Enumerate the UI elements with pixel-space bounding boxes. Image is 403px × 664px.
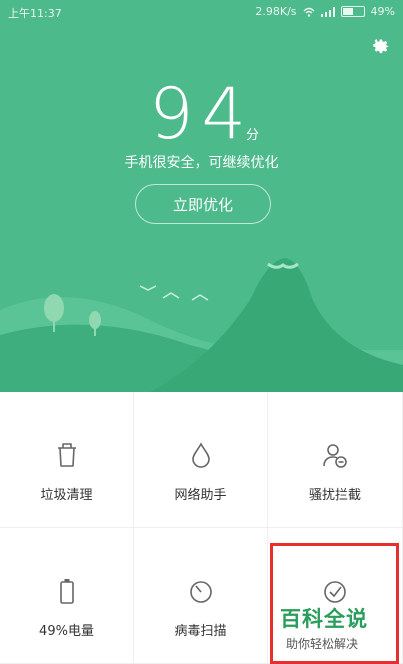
wifi-icon [303, 7, 315, 17]
virus-scan-tile[interactable]: 病毒扫描 [134, 528, 268, 664]
trash-icon [57, 443, 76, 467]
score-area: 94 分 [0, 74, 403, 154]
scan-clock-icon [189, 581, 212, 603]
security-status-text: 手机很安全，可继续优化 [124, 155, 279, 171]
watermark: 百科全说 助你轻松解决 [278, 603, 398, 661]
tile-label: 网络助手 [174, 488, 227, 503]
optimize-button[interactable]: 立即优化 [135, 184, 271, 224]
status-bar: 上午11:37 2.98K/s 49% [0, 0, 403, 24]
signal-icon [320, 6, 335, 17]
landscape-illustration [0, 258, 403, 392]
droplet-icon [191, 442, 210, 468]
battery-percent: 49% [370, 5, 395, 18]
battery-icon [59, 579, 74, 604]
gear-icon[interactable] [369, 34, 391, 56]
tile-label: 49%电量 [39, 624, 94, 639]
tile-label: 病毒扫描 [174, 624, 227, 639]
network-assistant-tile[interactable]: 网络助手 [134, 392, 268, 528]
battery-icon [340, 6, 365, 17]
harassment-block-tile[interactable]: 骚扰拦截 [268, 392, 403, 528]
trash-cleanup-tile[interactable]: 垃圾清理 [0, 392, 134, 528]
network-speed: 2.98K/s [255, 5, 297, 18]
battery-tile[interactable]: 49%电量 [0, 528, 134, 664]
watermark-subtitle: 助你轻松解决 [286, 637, 359, 651]
score-unit: 分 [246, 128, 260, 143]
watermark-title: 百科全说 [280, 607, 368, 631]
user-block-icon [323, 444, 347, 468]
status-right: 2.98K/s 49% [255, 5, 395, 18]
tile-label: 骚扰拦截 [308, 488, 361, 503]
hero-panel: 上午11:37 2.98K/s 49% 94 分 手机很安全，可继续优化 立即优… [0, 0, 403, 392]
status-time: 上午11:37 [8, 7, 62, 20]
security-score: 94 [148, 73, 255, 155]
tile-label: 垃圾清理 [40, 488, 93, 503]
